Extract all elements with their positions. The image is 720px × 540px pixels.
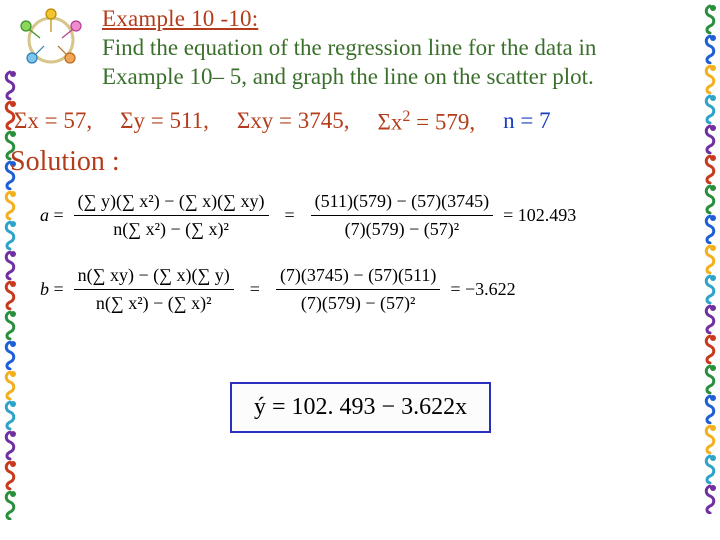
prompt-line-1: Find the equation of the regression line… [102,35,596,60]
summary-stats: Σx = 57, Σy = 511, Σxy = 3745, Σx2 = 579… [14,108,700,136]
swirl-icon [2,340,16,370]
regression-equation-box: ý = 102. 493 − 3.622x [230,382,491,433]
kids-logo [6,4,96,70]
swirl-icon [702,64,716,94]
equations: a = (∑ y)(∑ x²) − (∑ x)(∑ xy) n(∑ x²) − … [40,190,692,338]
a-lhs: a = [40,205,64,226]
swirl-icon [702,124,716,154]
equals-icon: = [279,205,301,226]
swirl-icon [2,400,16,430]
b-lhs: b = [40,279,64,300]
b-symbolic-fraction: n(∑ xy) − (∑ x)(∑ y) n(∑ x²) − (∑ x)² [74,264,234,314]
swirl-icon [2,370,16,400]
sum-xy: Σxy = 3745, [237,108,350,136]
b-result: = −3.622 [450,279,515,300]
swirl-icon [702,334,716,364]
example-block: Example 10 -10: Find the equation of the… [102,6,696,92]
swirl-icon [2,250,16,280]
swirl-icon [702,364,716,394]
example-prompt: Find the equation of the regression line… [102,34,696,92]
sum-y: Σy = 511, [120,108,209,136]
a-result: = 102.493 [503,205,576,226]
swirl-icon [2,430,16,460]
formula-a: a = (∑ y)(∑ x²) − (∑ x)(∑ xy) n(∑ x²) − … [40,190,692,240]
b-numeric-fraction: (7)(3745) − (57)(511) (7)(579) − (57)² [276,264,440,314]
prompt-line-2: Example 10– 5, and graph the line on the… [102,64,594,89]
a-symbolic-fraction: (∑ y)(∑ x²) − (∑ x)(∑ xy) n(∑ x²) − (∑ x… [74,190,269,240]
swirl-icon [702,454,716,484]
swirl-icon [2,460,16,490]
swirl-icon [702,184,716,214]
equals-icon: = [244,279,266,300]
swirl-icon [702,274,716,304]
swirl-icon [2,280,16,310]
right-border [702,4,718,534]
n-value: n = 7 [503,108,550,136]
regression-equation: ý = 102. 493 − 3.622x [254,394,467,420]
swirl-icon [702,394,716,424]
swirl-icon [702,34,716,64]
sum-x2: Σx2 = 579, [377,108,475,136]
example-title: Example 10 -10: [102,6,696,32]
left-border [2,70,18,534]
formula-b: b = n(∑ xy) − (∑ x)(∑ y) n(∑ x²) − (∑ x)… [40,264,692,314]
swirl-icon [2,490,16,520]
swirl-icon [2,220,16,250]
a-numeric-fraction: (511)(579) − (57)(3745) (7)(579) − (57)² [311,190,493,240]
swirl-icon [702,484,716,514]
swirl-icon [702,94,716,124]
swirl-icon [2,310,16,340]
swirl-icon [702,304,716,334]
swirl-icon [702,4,716,34]
swirl-icon [702,424,716,454]
swirl-icon [702,244,716,274]
sum-x: Σx = 57, [14,108,92,136]
swirl-icon [2,70,16,100]
solution-label: Solution : [10,146,120,178]
swirl-icon [702,154,716,184]
swirl-icon [702,214,716,244]
swirl-icon [2,190,16,220]
